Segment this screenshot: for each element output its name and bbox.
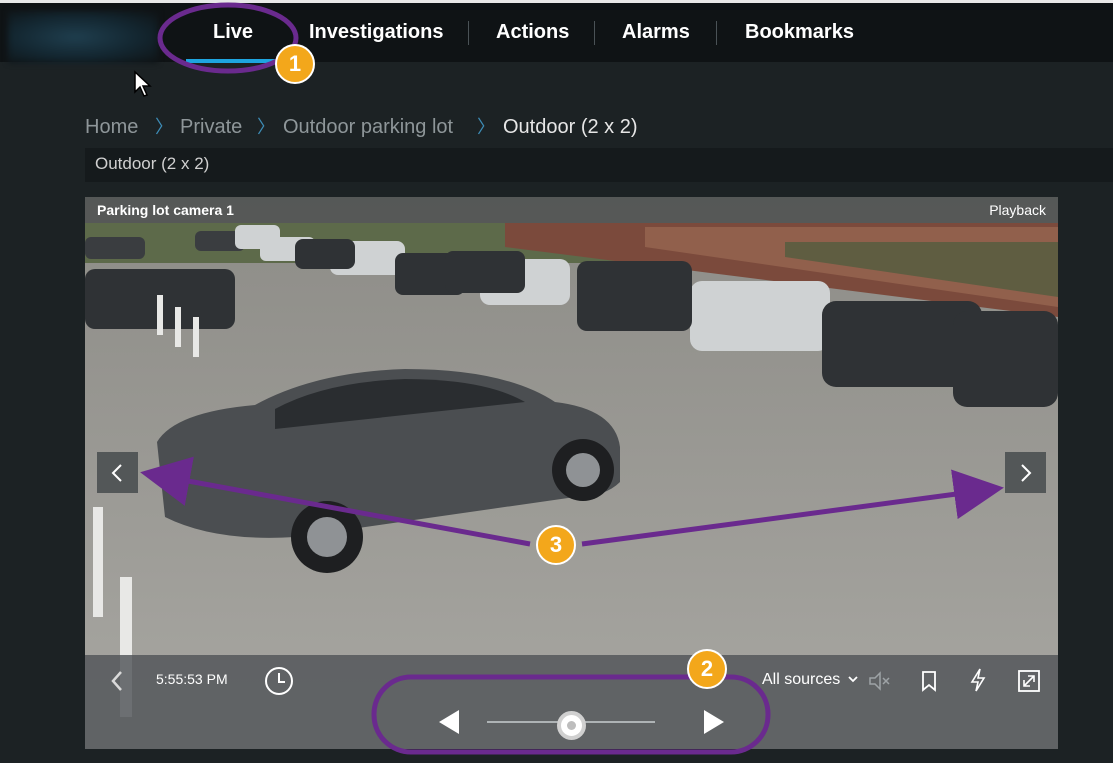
breadcrumb-home[interactable]: Home: [85, 112, 138, 142]
playback-time: 5:55:53 PM: [156, 671, 228, 687]
previous-camera-button[interactable]: [97, 452, 138, 493]
tab-live-label: Live: [212, 21, 254, 43]
mute-audio-icon[interactable]: [867, 669, 893, 693]
chevron-down-icon: [848, 676, 858, 683]
collapse-controls-icon[interactable]: [109, 669, 125, 693]
bookmark-icon[interactable]: [920, 669, 938, 693]
chevron-right-icon: [1021, 464, 1032, 482]
view-title-bar: Outdoor (2 x 2): [85, 148, 1113, 182]
step-forward-icon[interactable]: [700, 708, 726, 736]
sources-dropdown[interactable]: All sources: [762, 671, 859, 689]
tab-separator: [594, 21, 595, 45]
tab-separator: [468, 21, 469, 45]
clock-icon[interactable]: [263, 665, 295, 697]
playback-mode-label: Playback: [989, 202, 1046, 218]
breadcrumb-outdoor-parking-lot[interactable]: Outdoor parking lot: [283, 112, 453, 142]
next-camera-button[interactable]: [1005, 452, 1046, 493]
callout-badge-2: 2: [687, 649, 727, 689]
mouse-pointer-icon: [134, 70, 152, 97]
chevron-right-icon: 〉: [155, 117, 173, 137]
breadcrumb-current: Outdoor (2 x 2): [503, 116, 638, 138]
tab-bookmarks[interactable]: Bookmarks: [745, 17, 854, 53]
tab-live[interactable]: Live: [186, 17, 280, 63]
active-tab-indicator: [186, 59, 280, 63]
camera-name: Parking lot camera 1: [97, 202, 234, 218]
sources-dropdown-label: All sources: [762, 671, 841, 688]
product-logo: [8, 11, 158, 63]
breadcrumb-private[interactable]: Private: [180, 112, 242, 142]
camera-tile[interactable]: Parking lot camera 1 Playback 5:55:53 PM…: [85, 197, 1058, 749]
chevron-right-icon: 〉: [257, 117, 275, 137]
playback-controls-bar: 5:55:53 PM All sources: [85, 655, 1058, 749]
callout-badge-1: 1: [275, 44, 315, 84]
lightning-action-icon[interactable]: [968, 667, 988, 693]
top-nav-bar: Live Investigations Actions Alarms Bookm…: [0, 0, 1113, 63]
chevron-left-icon: [111, 464, 122, 482]
tab-investigations[interactable]: Investigations: [309, 17, 443, 53]
camera-header: Parking lot camera 1 Playback: [85, 197, 1058, 223]
tab-alarms[interactable]: Alarms: [622, 17, 690, 53]
view-title: Outdoor (2 x 2): [95, 154, 210, 173]
fullscreen-icon[interactable]: [1017, 669, 1041, 693]
chevron-right-icon: 〉: [477, 117, 495, 137]
tab-actions[interactable]: Actions: [496, 17, 569, 53]
step-backward-icon[interactable]: [437, 708, 463, 736]
tab-separator: [716, 21, 717, 45]
callout-badge-3: 3: [536, 525, 576, 565]
playback-speed-thumb[interactable]: [557, 711, 586, 740]
